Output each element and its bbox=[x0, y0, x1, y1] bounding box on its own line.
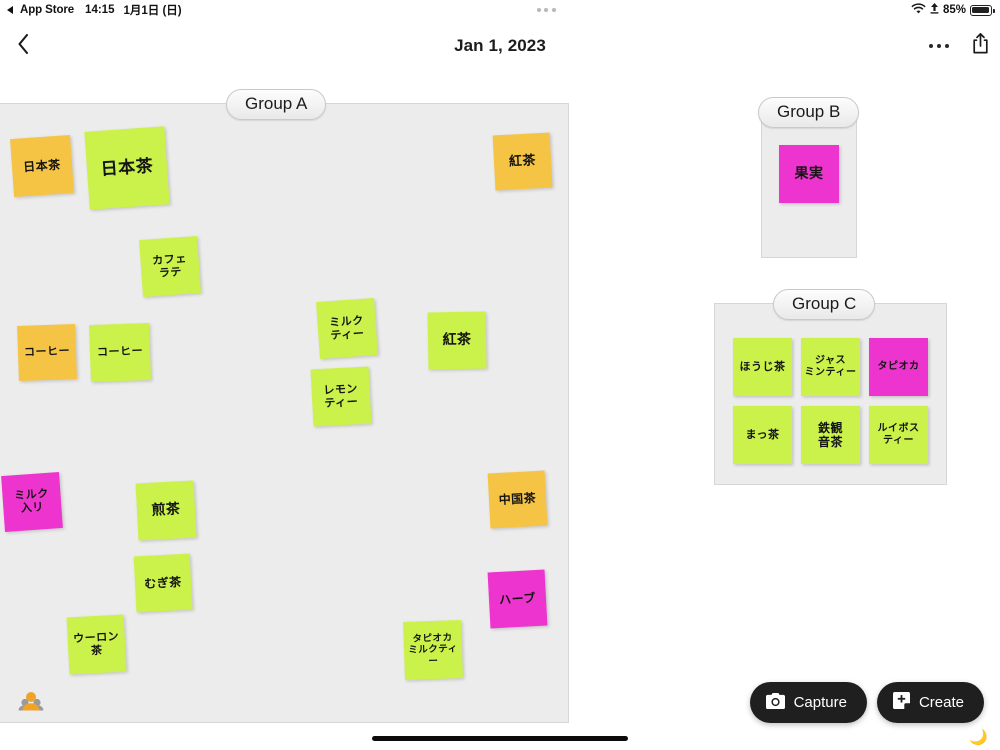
status-date: 1月1日 (日) bbox=[123, 5, 182, 17]
sticky-note[interactable]: 紅茶 bbox=[492, 132, 553, 191]
sticky-note-text: 鉄観 音茶 bbox=[817, 420, 843, 449]
wifi-icon bbox=[911, 2, 926, 18]
sticky-note[interactable]: タピオカ ミルクティー bbox=[403, 620, 463, 680]
bottom-action-bar: Capture Create bbox=[749, 682, 984, 723]
create-button[interactable]: Create bbox=[876, 682, 984, 723]
sticky-note-text: 煎茶 bbox=[151, 501, 181, 519]
moon-icon: 🌙 bbox=[969, 729, 988, 746]
sticky-note[interactable]: ルイボス ティー bbox=[869, 406, 928, 464]
group-label-b[interactable]: Group B bbox=[758, 97, 860, 128]
sticky-note-text: タピオカ ミルクティー bbox=[408, 632, 458, 667]
navigation-actions bbox=[927, 32, 990, 60]
more-horizontal-icon[interactable] bbox=[927, 36, 951, 56]
group-label-c[interactable]: Group C bbox=[773, 289, 876, 320]
sticky-note-text: ジャス ミンティー bbox=[804, 355, 857, 378]
capture-button[interactable]: Capture bbox=[749, 682, 867, 723]
sticky-note-text: 日本茶 bbox=[100, 156, 154, 180]
sticky-note-text: ミルク 入リ bbox=[13, 486, 50, 515]
sticky-note-text: ルイボス ティー bbox=[877, 423, 920, 446]
sticky-note-text: タピオカ bbox=[877, 361, 920, 373]
people-icon[interactable] bbox=[18, 690, 44, 711]
board-canvas[interactable]: Group A 日本茶 日本茶 カフェ ラテ 紅茶 コーヒー コーヒー ミルク … bbox=[0, 72, 1000, 723]
sticky-note-text: ミルク ティー bbox=[328, 313, 365, 342]
sticky-note[interactable]: レモン ティー bbox=[310, 366, 372, 427]
sticky-note-text: コーヒー bbox=[96, 344, 144, 359]
sticky-note[interactable]: 日本茶 bbox=[84, 126, 170, 210]
status-bar-left: App Store 14:15 1月1日 (日) bbox=[0, 2, 182, 18]
home-indicator[interactable] bbox=[372, 736, 628, 741]
sticky-note[interactable]: 日本茶 bbox=[10, 134, 74, 198]
camera-icon bbox=[765, 692, 785, 713]
sticky-note-text: 日本茶 bbox=[22, 157, 62, 175]
sticky-note[interactable]: タピオカ bbox=[869, 338, 928, 396]
back-to-app-icon[interactable] bbox=[7, 6, 13, 14]
sticky-note-text: カフェ ラテ bbox=[151, 251, 188, 280]
location-arrow-icon bbox=[930, 3, 939, 17]
sticky-note[interactable]: カフェ ラテ bbox=[139, 236, 201, 297]
share-icon[interactable] bbox=[971, 32, 990, 60]
sticky-note[interactable]: コーヒー bbox=[17, 324, 77, 381]
sticky-note[interactable]: ほうじ茶 bbox=[733, 338, 792, 396]
battery-icon bbox=[970, 4, 995, 16]
sticky-note-text: ハーブ bbox=[498, 590, 537, 607]
app-root: App Store 14:15 1月1日 (日) 85% Jan 1, 2023… bbox=[0, 0, 1000, 750]
sticky-note[interactable]: 果実 bbox=[779, 145, 839, 203]
sticky-note[interactable]: むぎ茶 bbox=[133, 553, 193, 613]
status-bar-center bbox=[182, 8, 911, 12]
group-label-a[interactable]: Group A bbox=[226, 89, 327, 120]
status-time: 14:15 bbox=[85, 4, 115, 16]
create-label: Create bbox=[918, 694, 964, 711]
sticky-note-text: 果実 bbox=[794, 165, 824, 182]
sticky-note-text: 紅茶 bbox=[508, 153, 537, 170]
sticky-note[interactable]: まっ茶 bbox=[733, 406, 792, 464]
navigation-bar: Jan 1, 2023 bbox=[0, 20, 1000, 72]
sticky-note[interactable]: 中国茶 bbox=[487, 470, 548, 529]
sticky-note-text: ほうじ茶 bbox=[739, 359, 786, 373]
sticky-note[interactable]: ミルク ティー bbox=[316, 298, 378, 359]
sticky-note-text: むぎ茶 bbox=[143, 574, 183, 591]
status-bar-right: 85% bbox=[911, 2, 1000, 18]
sticky-note[interactable]: ハーブ bbox=[487, 569, 548, 629]
sticky-note-text: まっ茶 bbox=[745, 427, 780, 441]
sticky-note[interactable]: ジャス ミンティー bbox=[801, 338, 860, 396]
sticky-note[interactable]: ミルク 入リ bbox=[1, 472, 63, 532]
sticky-note-text: コーヒー bbox=[23, 344, 71, 359]
sticky-note[interactable]: コーヒー bbox=[89, 322, 151, 383]
battery-percent-label: 85% bbox=[942, 4, 966, 16]
status-bar: App Store 14:15 1月1日 (日) 85% bbox=[0, 0, 1000, 20]
sticky-note-text: 紅茶 bbox=[442, 331, 472, 349]
page-title: Jan 1, 2023 bbox=[454, 36, 546, 55]
sticky-note-text: レモン ティー bbox=[323, 381, 359, 410]
sticky-note[interactable]: ウーロン 茶 bbox=[66, 614, 127, 675]
status-back-app-label[interactable]: App Store bbox=[20, 4, 74, 16]
sticky-note[interactable]: 紅茶 bbox=[427, 311, 487, 370]
capture-label: Capture bbox=[793, 694, 847, 711]
sticky-note[interactable]: 鉄観 音茶 bbox=[801, 406, 860, 464]
sticky-note-text: 中国茶 bbox=[498, 491, 537, 508]
multitask-handle-icon[interactable] bbox=[536, 8, 556, 12]
sticky-note[interactable]: 煎茶 bbox=[135, 480, 197, 541]
new-note-icon bbox=[892, 692, 910, 713]
sticky-note-text: ウーロン 茶 bbox=[72, 629, 120, 657]
